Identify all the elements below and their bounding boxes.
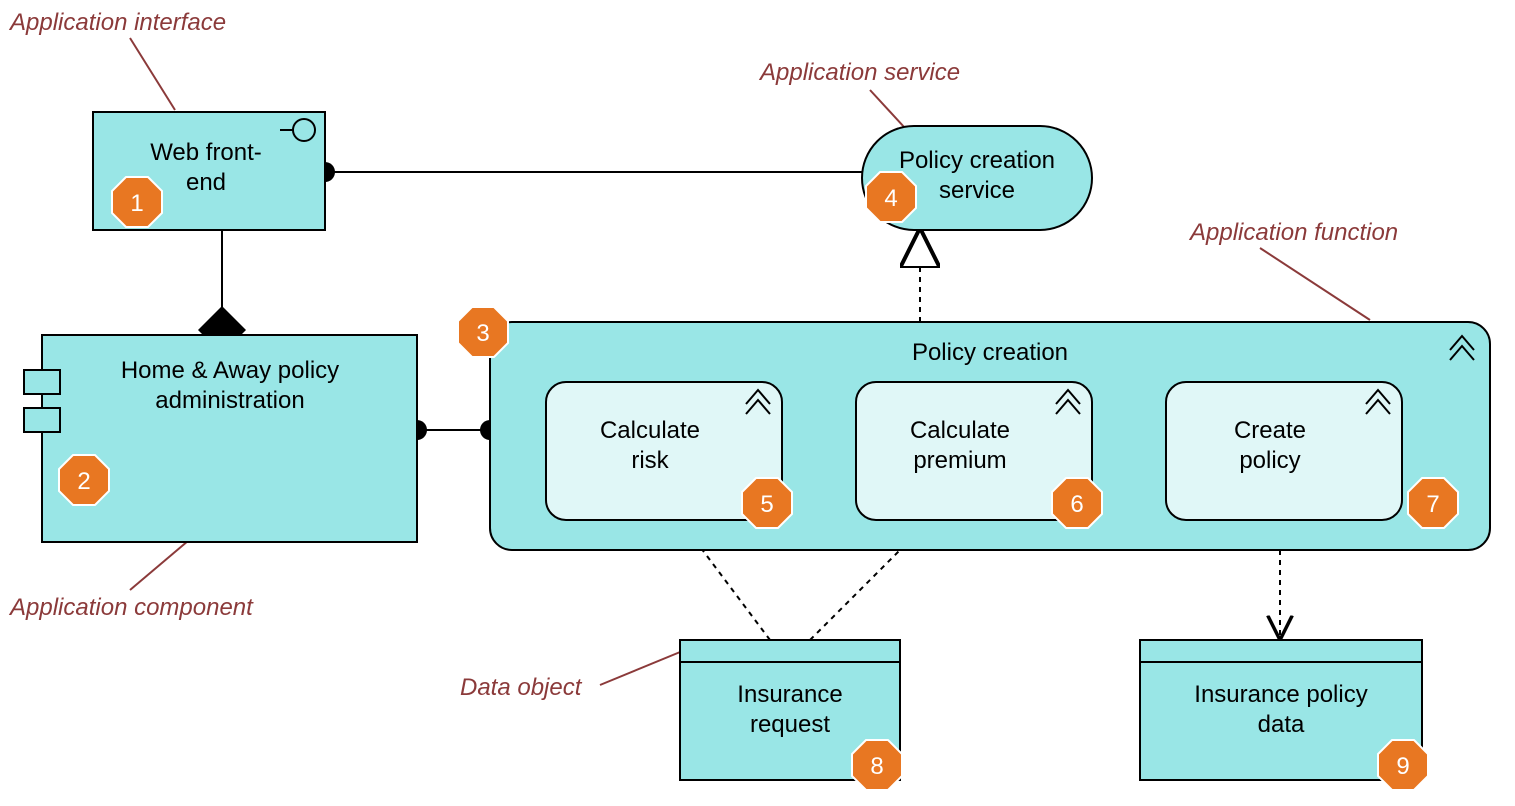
callout-data-object: Data object [460,674,583,701]
node-policydata-label1: Insurance policy [1194,681,1367,708]
node-request-label2: request [750,711,830,738]
callout-line [130,535,195,590]
badge-4: 4 [866,172,916,222]
callout-application-function: Application function [1188,219,1398,246]
node-risk-label1: Calculate [600,417,700,444]
node-premium-label2: premium [913,447,1006,474]
node-create-policy: Create policy [1166,382,1402,520]
badge-2: 2 [59,455,109,505]
svg-text:3: 3 [476,320,489,347]
badge-3: 3 [458,307,508,357]
node-service-label2: service [939,177,1015,204]
callout-application-service: Application service [758,59,960,86]
callout-line [130,38,175,110]
callout-application-component: Application component [8,594,254,621]
badge-1: 1 [112,177,162,227]
node-web-front-end-label2: end [186,169,226,196]
node-component-label1: Home & Away policy [121,357,339,384]
svg-text:5: 5 [760,491,773,518]
callout-line [600,650,685,685]
node-create-label1: Create [1234,417,1306,444]
node-premium-label1: Calculate [910,417,1010,444]
callout-application-interface: Application interface [8,9,226,36]
node-policy-creation-label: Policy creation [912,339,1068,366]
svg-text:1: 1 [130,190,143,217]
node-request-label1: Insurance [737,681,842,708]
callout-line [1260,248,1370,320]
node-home-away-policy: Home & Away policy administration [24,335,417,542]
callout-line [870,90,905,128]
svg-text:4: 4 [884,185,897,212]
node-risk-label2: risk [631,447,669,474]
node-component-label2: administration [155,387,304,414]
node-service-label1: Policy creation [899,147,1055,174]
node-create-label2: policy [1239,447,1300,474]
svg-text:9: 9 [1396,753,1409,780]
svg-text:8: 8 [870,753,883,780]
node-policydata-label2: data [1258,711,1305,738]
badge-5: 5 [742,478,792,528]
svg-text:6: 6 [1070,491,1083,518]
badge-8: 8 [852,740,902,790]
badge-9: 9 [1378,740,1428,790]
svg-text:2: 2 [77,468,90,495]
badge-6: 6 [1052,478,1102,528]
svg-text:7: 7 [1426,491,1439,518]
badge-7: 7 [1408,478,1458,528]
node-web-front-end-label1: Web front- [150,139,262,166]
